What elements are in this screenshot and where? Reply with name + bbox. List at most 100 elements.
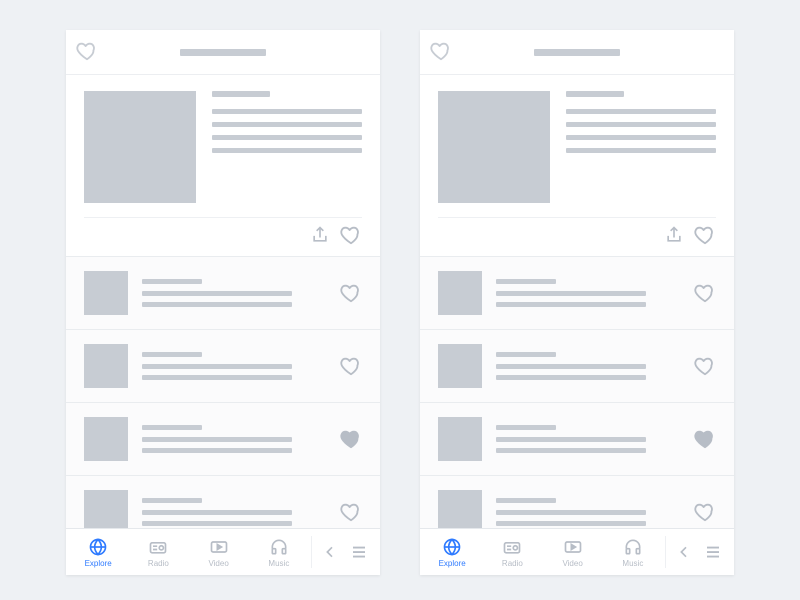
radio-icon [502,537,522,557]
list-item[interactable] [420,475,734,528]
favorite-page-button[interactable] [430,40,452,62]
heart-filled-icon [694,428,716,450]
item-thumbnail [438,417,482,461]
chevron-left-icon [676,544,692,560]
favorite-button[interactable] [694,224,716,246]
heart-icon [430,40,452,62]
item-text [496,425,680,453]
share-icon [664,225,684,245]
heart-icon [694,282,716,304]
item-thumbnail [438,344,482,388]
globe-icon [88,537,108,557]
back-button[interactable] [676,544,692,560]
list-item[interactable] [420,256,734,329]
heart-icon [76,40,98,62]
item-text [496,498,680,526]
item-thumbnail [84,271,128,315]
favorite-button[interactable] [340,501,362,523]
featured-card[interactable] [66,75,380,256]
video-icon [209,537,229,557]
featured-thumbnail [438,91,550,203]
item-thumbnail [84,344,128,388]
heart-icon [694,355,716,377]
tab-video[interactable]: Video [191,537,247,568]
mobile-wireframe: Explore Radio Video [66,30,380,575]
radio-icon [148,537,168,557]
nav-bar [66,30,380,75]
featured-card[interactable] [420,75,734,256]
menu-button[interactable] [350,543,368,561]
page-title [180,49,266,56]
globe-icon [442,537,462,557]
item-text [496,352,680,380]
back-button[interactable] [322,544,338,560]
tab-label: Explore [439,559,466,568]
favorite-button[interactable] [340,355,362,377]
featured-thumbnail [84,91,196,203]
list-item[interactable] [66,329,380,402]
heart-icon [340,501,362,523]
tab-label: Radio [502,559,523,568]
favorite-button[interactable] [340,282,362,304]
tab-label: Music [268,559,289,568]
menu-button[interactable] [704,543,722,561]
content-scroll[interactable] [420,75,734,528]
nav-bar [420,30,734,75]
page-title [534,49,620,56]
item-text [142,279,326,307]
tab-bar: Explore Radio Video [420,528,734,575]
favorite-page-button[interactable] [76,40,98,62]
item-thumbnail [84,490,128,528]
list-item[interactable] [66,402,380,475]
heart-icon [340,282,362,304]
share-button[interactable] [310,225,330,245]
list-item[interactable] [66,475,380,528]
tab-label: Video [208,559,228,568]
headphones-icon [269,537,289,557]
tab-explore[interactable]: Explore [70,537,126,568]
tab-radio[interactable]: Radio [130,537,186,568]
headphones-icon [623,537,643,557]
favorite-button[interactable] [340,224,362,246]
chevron-left-icon [322,544,338,560]
tab-label: Video [562,559,582,568]
heart-icon [340,224,362,246]
favorite-button[interactable] [694,428,716,450]
mobile-wireframe: Explore Radio Video [420,30,734,575]
item-text [142,498,326,526]
item-text [496,279,680,307]
item-thumbnail [438,271,482,315]
tab-music[interactable]: Music [251,537,307,568]
video-icon [563,537,583,557]
tab-explore[interactable]: Explore [424,537,480,568]
share-icon [310,225,330,245]
item-text [142,425,326,453]
item-list [420,256,734,528]
item-text [142,352,326,380]
content-scroll[interactable] [66,75,380,528]
menu-icon [704,543,722,561]
item-thumbnail [84,417,128,461]
heart-icon [694,224,716,246]
favorite-button[interactable] [340,428,362,450]
heart-filled-icon [340,428,362,450]
tab-label: Radio [148,559,169,568]
tab-video[interactable]: Video [545,537,601,568]
list-item[interactable] [420,402,734,475]
list-item[interactable] [420,329,734,402]
tab-bar: Explore Radio Video [66,528,380,575]
share-button[interactable] [664,225,684,245]
tab-music[interactable]: Music [605,537,661,568]
menu-icon [350,543,368,561]
list-item[interactable] [66,256,380,329]
item-list [66,256,380,528]
favorite-button[interactable] [694,355,716,377]
featured-text [212,91,362,203]
tab-label: Explore [85,559,112,568]
heart-icon [340,355,362,377]
tab-label: Music [622,559,643,568]
tab-radio[interactable]: Radio [484,537,540,568]
favorite-button[interactable] [694,501,716,523]
item-thumbnail [438,490,482,528]
favorite-button[interactable] [694,282,716,304]
